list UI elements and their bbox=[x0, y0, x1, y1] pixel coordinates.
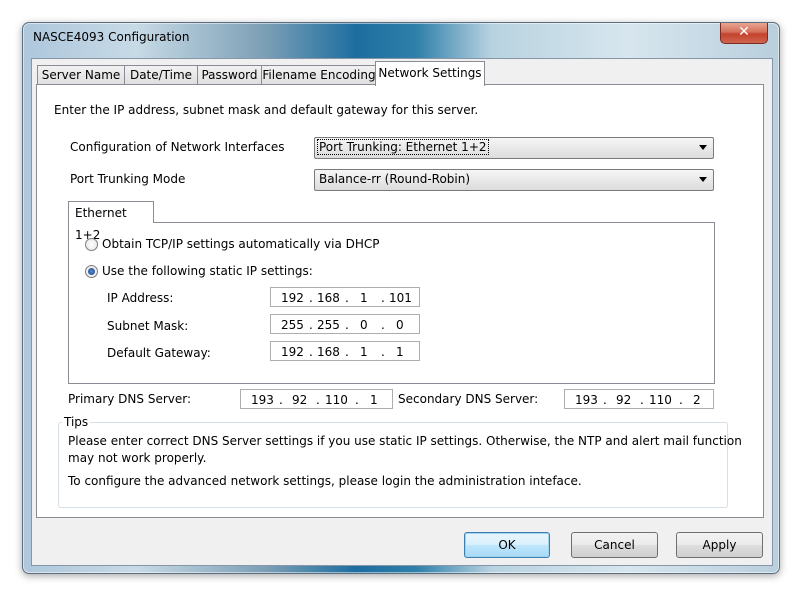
tab-filename-encoding[interactable]: Filename Encoding bbox=[261, 65, 377, 85]
sdns-octet-3[interactable]: 110 bbox=[649, 393, 672, 407]
network-interfaces-label: Configuration of Network Interfaces bbox=[70, 140, 285, 154]
gw-octet-1[interactable]: 192 bbox=[281, 345, 304, 359]
tab-date-time[interactable]: Date/Time bbox=[124, 65, 198, 85]
pdns-octet-4[interactable]: 1 bbox=[370, 393, 378, 407]
close-button[interactable]: ✕ bbox=[720, 23, 768, 44]
tips-text-line3: To configure the advanced network settin… bbox=[68, 474, 582, 488]
pdns-octet-3[interactable]: 110 bbox=[325, 393, 348, 407]
ip-dot: . bbox=[381, 318, 385, 332]
apply-button[interactable]: Apply bbox=[676, 532, 763, 558]
static-ip-radio[interactable] bbox=[85, 265, 98, 278]
radio-selected-dot bbox=[88, 268, 95, 275]
port-trunking-label: Port Trunking Mode bbox=[70, 172, 186, 186]
tab-network-settings[interactable]: Network Settings bbox=[375, 61, 485, 86]
pdns-octet-2[interactable]: 92 bbox=[292, 393, 307, 407]
sdns-octet-2[interactable]: 92 bbox=[616, 393, 631, 407]
ip-dot: . bbox=[309, 345, 313, 359]
static-ip-radio-label[interactable]: Use the following static IP settings: bbox=[102, 264, 313, 278]
secondary-dns-field[interactable]: 193 . 92 . 110 . 2 bbox=[564, 389, 714, 409]
ip-address-field[interactable]: 192 . 168 . 1 . 101 bbox=[270, 287, 420, 307]
tab-password[interactable]: Password bbox=[197, 65, 262, 85]
sdns-octet-4[interactable]: 2 bbox=[693, 393, 701, 407]
ip-dot: . bbox=[381, 291, 385, 305]
tips-text-line1: Please enter correct DNS Server settings… bbox=[68, 434, 742, 448]
chevron-down-icon bbox=[699, 177, 707, 182]
ip-dot: . bbox=[640, 393, 644, 407]
gw-octet-3[interactable]: 1 bbox=[360, 345, 368, 359]
pdns-octet-1[interactable]: 193 bbox=[251, 393, 274, 407]
default-gateway-label: Default Gateway: bbox=[107, 346, 211, 360]
ip-dot: . bbox=[345, 291, 349, 305]
tab-ethernet-1-2[interactable]: Ethernet 1+2 bbox=[68, 201, 154, 242]
tips-label: Tips bbox=[62, 415, 91, 429]
ip-octet-3[interactable]: 1 bbox=[360, 291, 368, 305]
default-gateway-field[interactable]: 192 . 168 . 1 . 1 bbox=[270, 341, 420, 361]
mask-octet-2[interactable]: 255 bbox=[317, 318, 340, 332]
close-icon: ✕ bbox=[738, 24, 750, 40]
mask-octet-4[interactable]: 0 bbox=[396, 318, 404, 332]
gw-octet-4[interactable]: 1 bbox=[396, 345, 404, 359]
subnet-mask-label: Subnet Mask: bbox=[107, 319, 189, 333]
ip-dot: . bbox=[279, 393, 283, 407]
mask-octet-1[interactable]: 255 bbox=[281, 318, 304, 332]
sdns-octet-1[interactable]: 193 bbox=[575, 393, 598, 407]
ok-button[interactable]: OK bbox=[464, 532, 550, 558]
window-title: NASCE4093 Configuration bbox=[33, 30, 190, 44]
ip-dot: . bbox=[309, 318, 313, 332]
intro-text: Enter the IP address, subnet mask and de… bbox=[54, 103, 479, 117]
primary-dns-label: Primary DNS Server: bbox=[68, 392, 192, 406]
dhcp-radio[interactable] bbox=[85, 238, 98, 251]
ip-dot: . bbox=[345, 318, 349, 332]
mask-octet-3[interactable]: 0 bbox=[360, 318, 368, 332]
ip-dot: . bbox=[381, 345, 385, 359]
port-trunking-value: Balance-rr (Round-Robin) bbox=[319, 172, 471, 186]
ip-dot: . bbox=[355, 393, 359, 407]
ip-dot: . bbox=[316, 393, 320, 407]
ip-octet-1[interactable]: 192 bbox=[281, 291, 304, 305]
ip-dot: . bbox=[603, 393, 607, 407]
tab-server-name[interactable]: Server Name bbox=[37, 65, 125, 85]
network-interfaces-value: Port Trunking: Ethernet 1+2 bbox=[317, 139, 489, 155]
ip-dot: . bbox=[345, 345, 349, 359]
port-trunking-select[interactable]: Balance-rr (Round-Robin) bbox=[314, 169, 714, 191]
chevron-down-icon bbox=[699, 145, 707, 150]
tips-text-line2: may not work properly. bbox=[68, 451, 207, 465]
cancel-button[interactable]: Cancel bbox=[571, 532, 658, 558]
ip-octet-2[interactable]: 168 bbox=[317, 291, 340, 305]
ip-dot: . bbox=[679, 393, 683, 407]
network-interfaces-select[interactable]: Port Trunking: Ethernet 1+2 bbox=[314, 137, 714, 159]
ip-octet-4[interactable]: 101 bbox=[389, 291, 412, 305]
ip-address-label: IP Address: bbox=[107, 291, 174, 305]
ip-dot: . bbox=[309, 291, 313, 305]
primary-dns-field[interactable]: 193 . 92 . 110 . 1 bbox=[240, 389, 393, 409]
gw-octet-2[interactable]: 168 bbox=[317, 345, 340, 359]
subnet-mask-field[interactable]: 255 . 255 . 0 . 0 bbox=[270, 314, 420, 334]
secondary-dns-label: Secondary DNS Server: bbox=[398, 392, 539, 406]
dhcp-radio-label[interactable]: Obtain TCP/IP settings automatically via… bbox=[102, 237, 380, 251]
